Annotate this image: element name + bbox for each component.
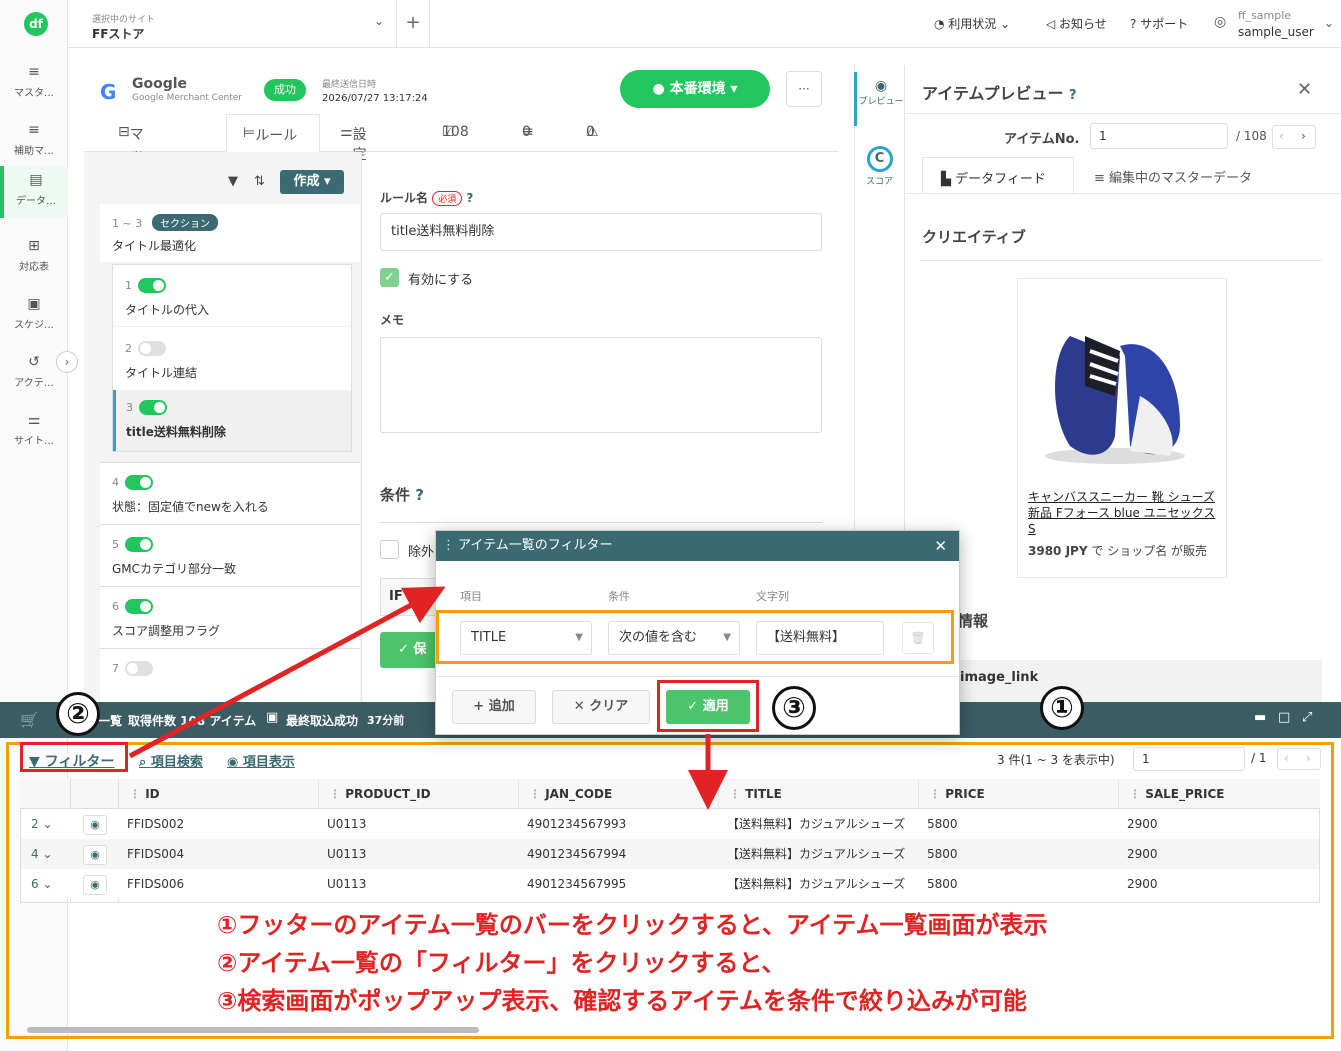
annotation-circle-1: ①: [1040, 686, 1084, 730]
annotation-arrows: [128, 586, 728, 810]
annotation-circle-2: ②: [56, 692, 100, 736]
arrow-to-modal: [128, 586, 446, 759]
annotation-circle-3: ③: [772, 686, 816, 730]
